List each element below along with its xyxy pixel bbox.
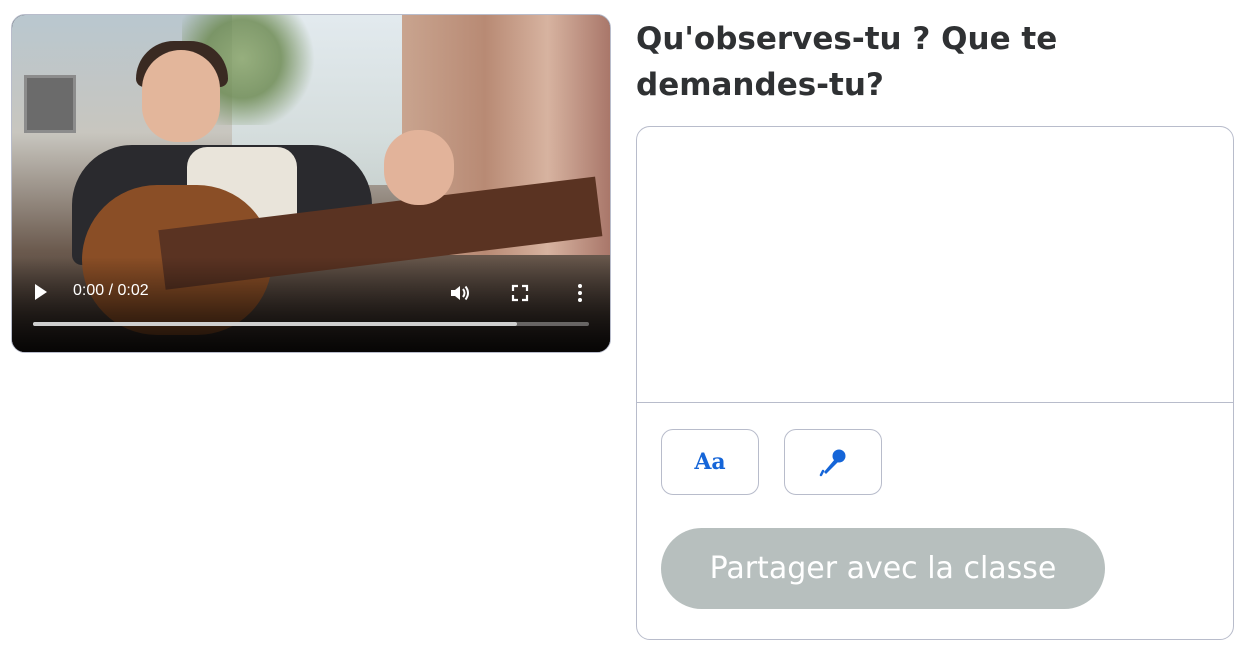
play-button[interactable] <box>26 279 56 305</box>
text-tool-button[interactable]: Aa <box>661 429 759 495</box>
video-progress-bar[interactable] <box>33 322 589 326</box>
microphone-button[interactable] <box>784 429 882 495</box>
volume-icon <box>451 285 469 301</box>
answer-card: Aa Partager avec la classe <box>636 126 1234 640</box>
play-icon <box>35 284 47 300</box>
fullscreen-icon <box>511 284 529 302</box>
volume-button[interactable] <box>448 281 472 305</box>
video-buffered-fill <box>33 322 517 326</box>
microphone-icon <box>819 449 846 477</box>
share-with-class-button[interactable]: Partager avec la classe <box>661 528 1105 609</box>
video-time: 0:00 / 0:02 <box>73 282 149 299</box>
more-options-button[interactable] <box>568 281 592 305</box>
video-player[interactable]: 0:00 / 0:02 <box>11 14 611 353</box>
question-title: Qu'observes-tu ? Que te demandes-tu? <box>636 21 1058 103</box>
more-options-icon <box>578 284 582 302</box>
answer-input[interactable] <box>637 127 1233 403</box>
fullscreen-button[interactable] <box>508 281 532 305</box>
